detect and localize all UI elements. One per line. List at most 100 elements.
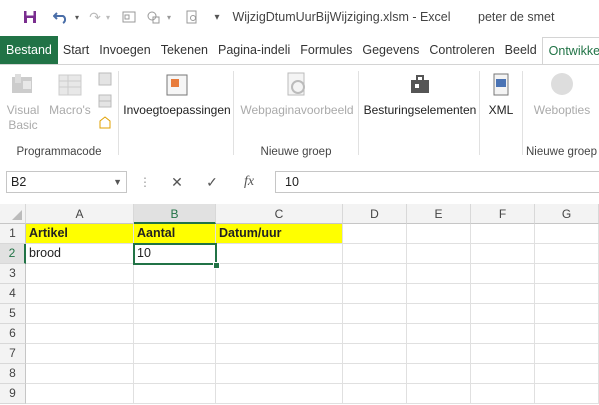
tab-ontwikkelaar[interactable]: Ontwikkelaar [541, 37, 599, 64]
grid-cell[interactable] [407, 324, 471, 344]
cell-b1[interactable]: Aantal [134, 224, 216, 244]
grid-cell[interactable] [471, 244, 535, 264]
grid-cell[interactable] [535, 284, 599, 304]
enter-icon[interactable]: ✓ [200, 171, 224, 193]
row-header-1[interactable]: 1 [0, 224, 26, 244]
grid-cell[interactable] [535, 324, 599, 344]
row-header-3[interactable]: 3 [0, 264, 26, 284]
grid-cell[interactable] [407, 304, 471, 324]
grid-cell[interactable] [343, 224, 407, 244]
grid-cell[interactable] [134, 284, 216, 304]
grid-cell[interactable] [216, 384, 343, 404]
grid-cell[interactable] [471, 384, 535, 404]
grid-cell[interactable] [26, 364, 134, 384]
grid-cell[interactable] [343, 264, 407, 284]
grid-cell[interactable] [216, 364, 343, 384]
tab-pagina-indeling[interactable]: Pagina-indeli [213, 36, 295, 64]
visual-basic-button[interactable]: Visual Basic [4, 71, 42, 133]
name-box-dropdown-icon[interactable]: ▼ [113, 172, 122, 192]
grid-cell[interactable] [343, 324, 407, 344]
grid-cell[interactable] [26, 284, 134, 304]
invoegtoepassingen-button[interactable]: Invoegtoepassingen [121, 71, 233, 118]
grid-cell[interactable] [216, 344, 343, 364]
insert-function-icon[interactable]: fx [234, 171, 264, 193]
besturingselementen-button[interactable]: Besturingselementen [361, 71, 479, 118]
grid-cell[interactable] [407, 264, 471, 284]
grid-cell[interactable] [216, 284, 343, 304]
grid-cell[interactable] [134, 304, 216, 324]
grid-cell[interactable] [471, 324, 535, 344]
column-header-e[interactable]: E [407, 204, 471, 224]
grid-cell[interactable] [216, 304, 343, 324]
column-header-a[interactable]: A [26, 204, 134, 224]
macro-security-icon[interactable] [95, 115, 115, 135]
grid-cell[interactable] [343, 364, 407, 384]
grid-cell[interactable] [26, 264, 134, 284]
grid-cell[interactable] [134, 384, 216, 404]
row-header-5[interactable]: 5 [0, 304, 26, 324]
grid-cell[interactable] [343, 344, 407, 364]
grid-cell[interactable] [343, 284, 407, 304]
grid-cell[interactable] [343, 384, 407, 404]
column-header-g[interactable]: G [535, 204, 599, 224]
column-header-c[interactable]: C [216, 204, 343, 224]
grid-cell[interactable] [407, 384, 471, 404]
webpaginavoorbeeld-button[interactable]: Webpaginavoorbeeld [236, 71, 358, 118]
tab-start[interactable]: Start [58, 36, 94, 64]
grid-cell[interactable] [471, 344, 535, 364]
record-macro-icon[interactable] [95, 71, 115, 91]
tab-bestand[interactable]: Bestand [0, 36, 58, 64]
formula-input[interactable]: 10 [275, 171, 599, 193]
grid-cell[interactable] [535, 364, 599, 384]
row-header-8[interactable]: 8 [0, 364, 26, 384]
grid-cell[interactable] [535, 264, 599, 284]
grid-cell[interactable] [535, 244, 599, 264]
grid-cell[interactable] [407, 284, 471, 304]
worksheet-grid[interactable]: A B C D E F G 1 2 3 4 5 6 7 8 9 Artikel … [0, 204, 599, 405]
name-box[interactable]: B2 ▼ [6, 171, 127, 193]
grid-cell[interactable] [407, 244, 471, 264]
grid-cell[interactable] [343, 244, 407, 264]
grid-cell[interactable] [535, 344, 599, 364]
grid-cell[interactable] [535, 224, 599, 244]
select-all-corner[interactable] [0, 204, 26, 224]
grid-cell[interactable] [216, 244, 343, 264]
column-header-d[interactable]: D [343, 204, 407, 224]
grid-cell[interactable] [471, 364, 535, 384]
cell-a2[interactable]: brood [26, 244, 134, 264]
row-header-4[interactable]: 4 [0, 284, 26, 304]
fill-handle[interactable] [213, 262, 220, 269]
grid-cell[interactable] [134, 264, 216, 284]
tab-gegevens[interactable]: Gegevens [357, 36, 424, 64]
grid-cell[interactable] [535, 304, 599, 324]
column-header-f[interactable]: F [471, 204, 535, 224]
macros-button[interactable]: Macro's [46, 71, 94, 118]
grid-cell[interactable] [407, 344, 471, 364]
cancel-icon[interactable]: ✕ [165, 171, 189, 193]
tab-beeld[interactable]: Beeld [500, 36, 542, 64]
grid-cell[interactable] [407, 364, 471, 384]
webopties-button[interactable]: Webopties [527, 71, 597, 118]
user-name[interactable]: peter de smet [478, 10, 554, 24]
grid-cell[interactable] [471, 284, 535, 304]
row-header-9[interactable]: 9 [0, 384, 26, 404]
cell-c1[interactable]: Datum/uur [216, 224, 343, 244]
grid-cell[interactable] [26, 304, 134, 324]
column-header-b[interactable]: B [134, 204, 216, 224]
row-header-6[interactable]: 6 [0, 324, 26, 344]
relative-references-icon[interactable] [95, 93, 115, 113]
tab-tekenen[interactable]: Tekenen [156, 36, 213, 64]
grid-cell[interactable] [134, 344, 216, 364]
grid-cell[interactable] [134, 324, 216, 344]
tab-invoegen[interactable]: Invoegen [94, 36, 155, 64]
grid-cell[interactable] [216, 324, 343, 344]
grid-cell[interactable] [134, 364, 216, 384]
grid-cell[interactable] [26, 324, 134, 344]
grid-cell[interactable] [26, 384, 134, 404]
grid-cell[interactable] [216, 264, 343, 284]
grid-cell[interactable] [26, 344, 134, 364]
row-header-2[interactable]: 2 [0, 244, 26, 264]
grid-cell[interactable] [471, 304, 535, 324]
row-header-7[interactable]: 7 [0, 344, 26, 364]
grid-cell[interactable] [343, 304, 407, 324]
